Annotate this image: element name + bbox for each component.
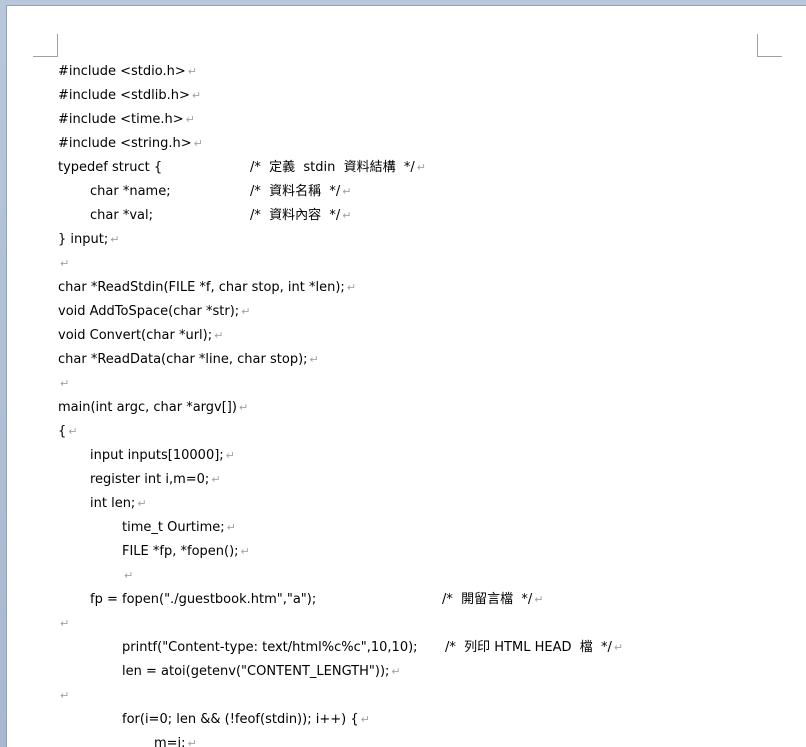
code-line: fp = fopen("./guestbook.htm","a"); (90, 592, 316, 608)
paragraph-mark: ↵ (68, 425, 78, 438)
code-line: void AddToSpace(char *str); ↵ (58, 304, 250, 320)
paragraph-mark: ↵ (137, 497, 147, 510)
code-text: FILE *fp, *fopen(); (122, 544, 239, 559)
paragraph-mark: ↵ (238, 401, 249, 414)
code-text: fp = fopen("./guestbook.htm","a"); (90, 592, 317, 607)
code-line: ↵ (58, 376, 69, 392)
code-text: m=i; (154, 736, 186, 747)
paragraph-mark: ↵ (185, 113, 195, 126)
code-line: #include <string.h> ↵ (58, 136, 203, 152)
paragraph-mark: ↵ (309, 353, 319, 366)
code-line: ↵ (122, 568, 133, 584)
document-page[interactable]: #include <stdio.h> ↵ #include <stdlib.h> ↵ #… (6, 5, 806, 747)
code-comment: /* 開留言檔 */↵ (442, 592, 544, 607)
code-line: m=i; ↵ (154, 736, 197, 747)
code-text: len = atoi(getenv("CONTENT_LENGTH")); (122, 664, 390, 679)
paragraph-mark: ↵ (416, 161, 427, 174)
code-text: register int i,m=0; (90, 472, 210, 487)
code-text: void Convert(char *url); (58, 328, 213, 343)
code-line: char *ReadStdin(FILE *f, char stop, int … (58, 280, 356, 296)
code-text: main(int argc, char *argv[]) (58, 400, 237, 415)
code-line: len = atoi(getenv("CONTENT_LENGTH")); ↵ (122, 664, 401, 680)
code-line: printf("Content-type: text/html%c%c",10,… (122, 640, 418, 656)
code-line: typedef struct { (58, 160, 162, 176)
paragraph-mark: ↵ (60, 377, 70, 390)
paragraph-mark: ↵ (110, 233, 120, 246)
paragraph-mark: ↵ (211, 473, 221, 486)
code-line: } input; ↵ (58, 232, 119, 248)
paragraph-mark: ↵ (187, 65, 197, 78)
paragraph-mark: ↵ (187, 737, 197, 747)
code-line: register int i,m=0; ↵ (90, 472, 221, 488)
code-line: time_t Ourtime; ↵ (122, 520, 236, 536)
document-viewport: #include <stdio.h> ↵ #include <stdlib.h> ↵ #… (0, 0, 806, 747)
code-line: ↵ (58, 616, 69, 632)
paragraph-mark: ↵ (241, 305, 251, 318)
code-text: #include <string.h> (58, 136, 192, 151)
code-text: input inputs[10000]; (90, 448, 224, 463)
code-text: void AddToSpace(char *str); (58, 304, 240, 319)
paragraph-mark: ↵ (225, 449, 235, 462)
code-line: FILE *fp, *fopen(); ↵ (122, 544, 250, 560)
paragraph-mark: ↵ (534, 593, 544, 606)
paragraph-mark: ↵ (60, 257, 70, 270)
code-line: input inputs[10000]; ↵ (90, 448, 235, 464)
code-text: typedef struct { (58, 160, 163, 175)
code-line: void Convert(char *url); ↵ (58, 328, 223, 344)
code-text: { (58, 424, 67, 439)
paragraph-mark: ↵ (613, 641, 624, 654)
code-comment: /* 資料名稱 */↵ (250, 184, 352, 199)
paragraph-mark: ↵ (60, 617, 70, 630)
code-line: for(i=0; len && (!feof(stdin)); i++) {↵ (122, 712, 370, 728)
code-text: #include <stdio.h> (58, 64, 186, 79)
code-text: } input; (58, 232, 109, 247)
paragraph-mark: ↵ (240, 545, 250, 558)
code-line: char *name; (90, 184, 171, 200)
crop-mark-top-right (757, 34, 782, 57)
paragraph-mark: ↵ (342, 185, 352, 198)
code-line: ↵ (58, 688, 69, 704)
code-text: #include <stdlib.h> (58, 88, 190, 103)
paragraph-mark: ↵ (391, 665, 401, 678)
code-text: char *val; (90, 208, 153, 223)
code-text: #include <time.h> (58, 112, 184, 127)
code-line: main(int argc, char *argv[]) ↵ (58, 400, 248, 416)
paragraph-mark: ↵ (214, 329, 224, 342)
code-line: int len; ↵ (90, 496, 147, 512)
code-comment: /* 資料內容 */↵ (250, 208, 352, 223)
code-line: #include <stdio.h> ↵ (58, 64, 197, 80)
code-line: {↵ (58, 424, 78, 440)
code-comment: /* 列印 HTML HEAD 檔 */↵ (445, 640, 624, 655)
code-text: printf("Content-type: text/html%c%c",10,… (122, 640, 418, 655)
paragraph-mark: ↵ (193, 137, 203, 150)
code-text: char *name; (90, 184, 171, 199)
code-line: char *ReadData(char *line, char stop); ↵ (58, 352, 319, 368)
paragraph-mark: ↵ (124, 569, 134, 582)
paragraph-mark: ↵ (346, 281, 357, 294)
code-text: int len; (90, 496, 136, 511)
code-line: #include <time.h> ↵ (58, 112, 195, 128)
crop-mark-top-left (33, 34, 58, 57)
code-text: char *ReadStdin(FILE *f, char stop, int … (58, 280, 345, 295)
code-line: ↵ (58, 256, 69, 272)
paragraph-mark: ↵ (342, 209, 352, 222)
code-text: for(i=0; len && (!feof(stdin)); i++) { (122, 712, 359, 727)
code-comment: /* 定義 stdin 資料結構 */↵ (250, 160, 427, 175)
code-line: #include <stdlib.h> ↵ (58, 88, 201, 104)
paragraph-mark: ↵ (226, 521, 236, 534)
paragraph-mark: ↵ (60, 689, 70, 702)
code-text: time_t Ourtime; (122, 520, 225, 535)
code-line: char *val; (90, 208, 153, 224)
paragraph-mark: ↵ (191, 89, 202, 102)
paragraph-mark: ↵ (360, 713, 370, 726)
code-text: char *ReadData(char *line, char stop); (58, 352, 308, 367)
